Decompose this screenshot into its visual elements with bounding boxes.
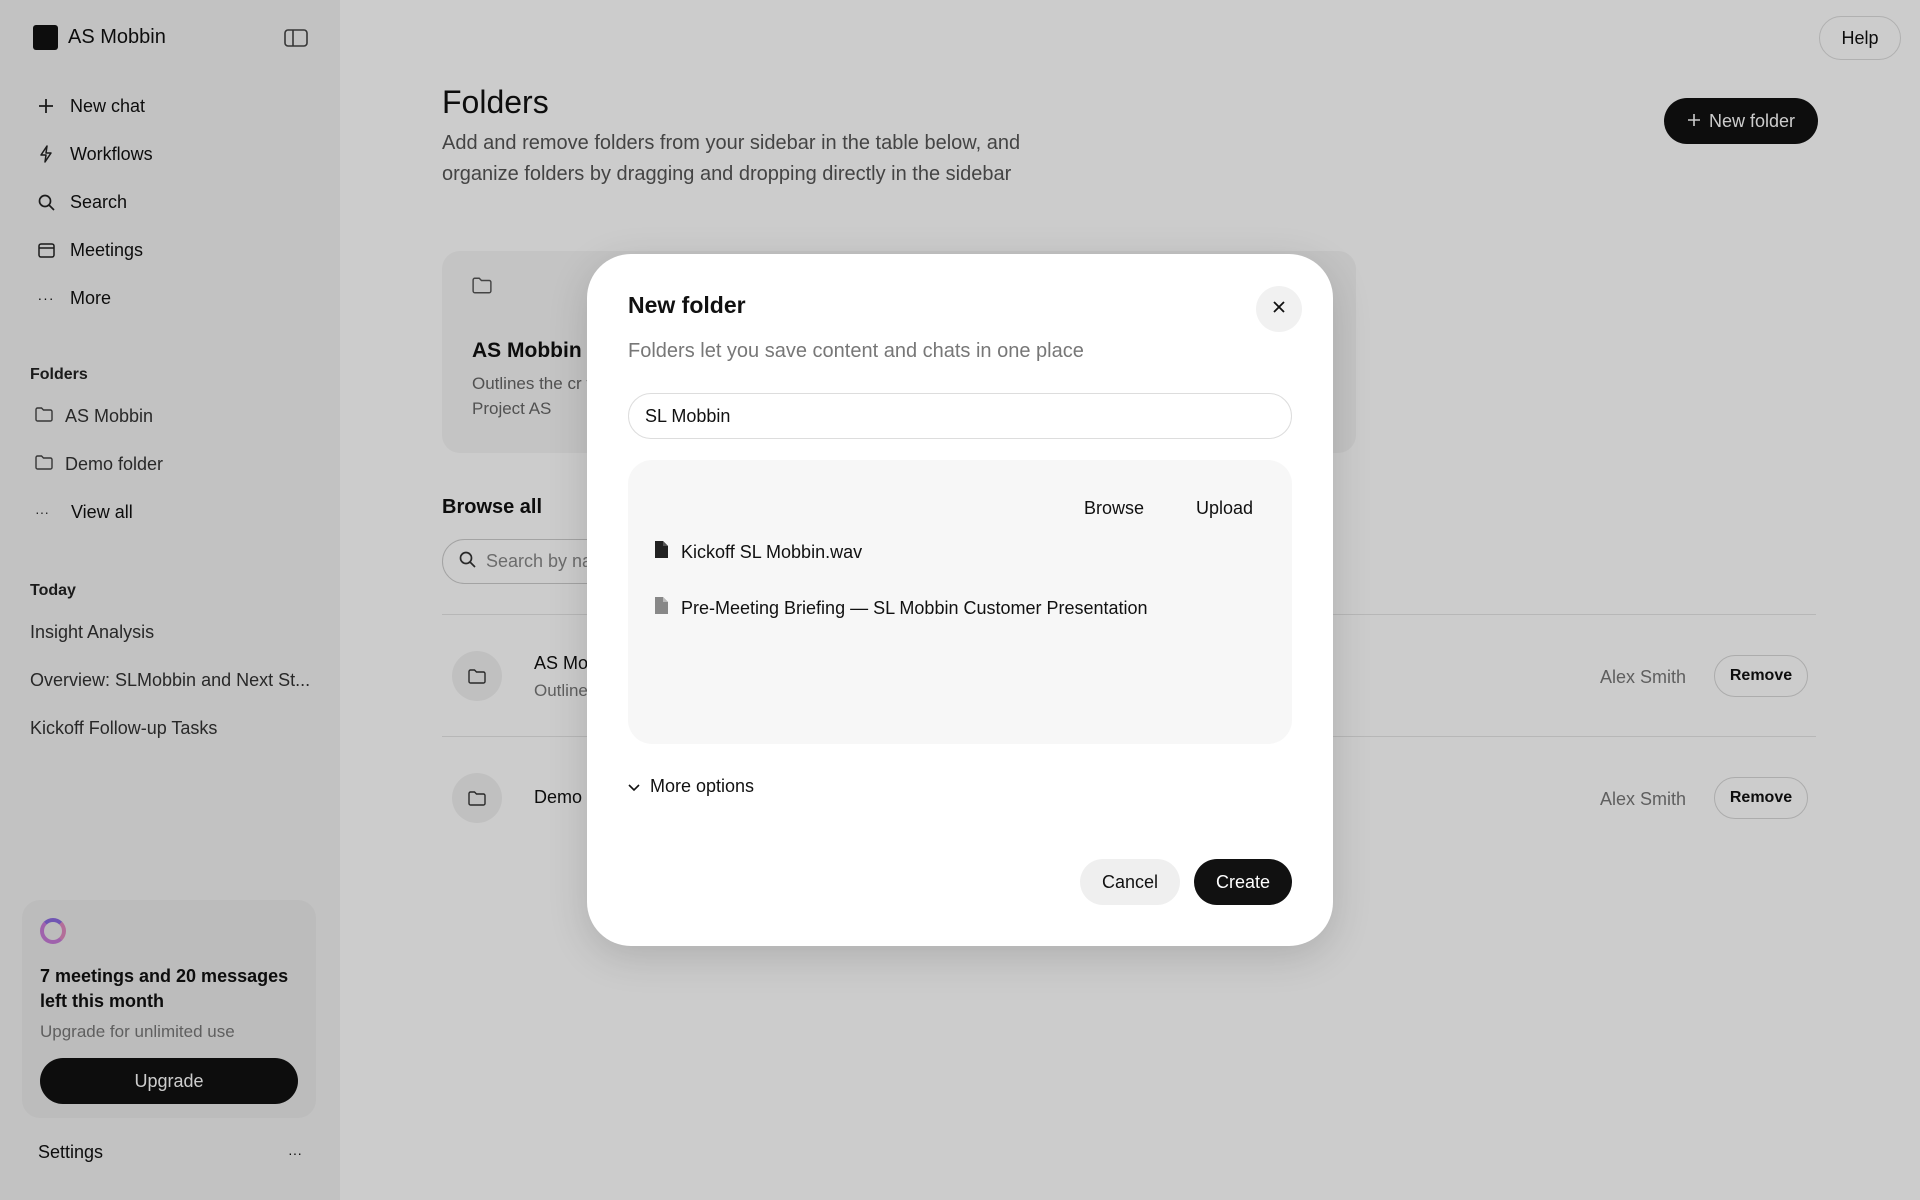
file-icon [654, 596, 669, 620]
close-button[interactable] [1256, 286, 1302, 332]
create-button[interactable]: Create [1194, 859, 1292, 905]
close-icon [1272, 300, 1286, 319]
folder-name-input[interactable] [628, 393, 1292, 439]
file-item[interactable]: Kickoff SL Mobbin.wav [654, 540, 862, 564]
new-folder-dialog: New folder Folders let you save content … [587, 254, 1333, 946]
upload-button[interactable]: Upload [1196, 498, 1253, 519]
file-name: Kickoff SL Mobbin.wav [681, 541, 863, 562]
chevron-down-icon [628, 776, 640, 797]
files-panel: Browse Upload Kickoff SL Mobbin.wav Pre-… [628, 460, 1292, 744]
file-name: Pre-Meeting Briefing — SL Mobbin Custome… [681, 597, 1148, 618]
file-icon [654, 540, 669, 564]
dialog-title: New folder [628, 292, 746, 318]
dialog-subtitle: Folders let you save content and chats i… [628, 340, 1084, 362]
cancel-button[interactable]: Cancel [1080, 859, 1180, 905]
file-item[interactable]: Pre-Meeting Briefing — SL Mobbin Custome… [654, 596, 1148, 620]
more-options-toggle[interactable]: More options [628, 776, 754, 797]
browse-button[interactable]: Browse [1084, 498, 1144, 519]
more-options-label: More options [650, 776, 755, 796]
